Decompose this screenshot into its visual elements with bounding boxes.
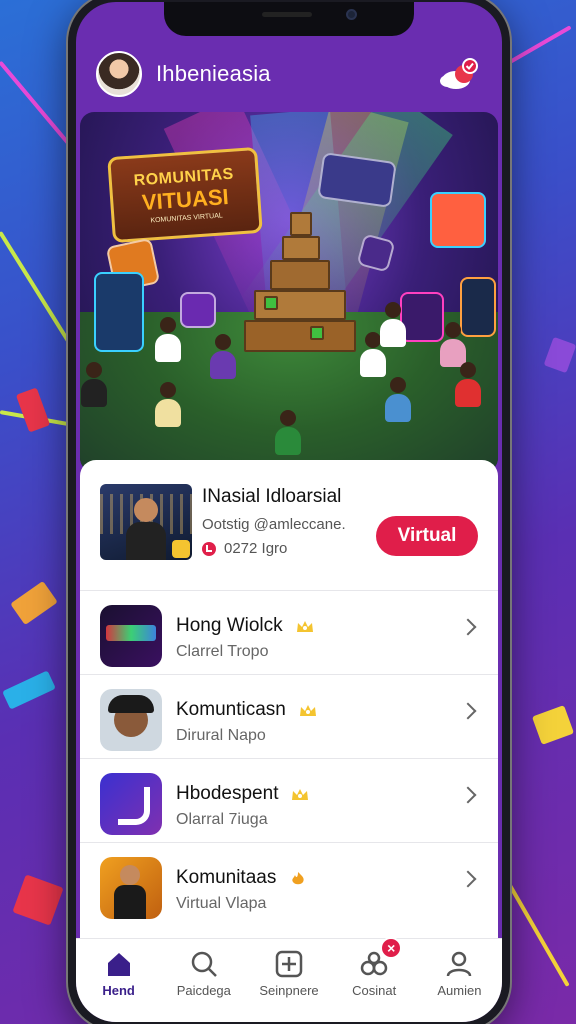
notch <box>164 2 414 36</box>
nav-label: Cosinat <box>352 983 397 998</box>
chevron-right-icon[interactable] <box>459 870 477 888</box>
avatar[interactable] <box>96 51 142 97</box>
list-item-sub: Virtual Vlapa <box>176 895 267 912</box>
featured-meta: 0272 Igro <box>202 540 287 557</box>
hero-banner[interactable]: ROMUNITAS VITUASI KOMUNITAS VIRTUAL <box>80 112 498 472</box>
hero-logo: ROMUNITAS VITUASI KOMUNITAS VIRTUAL <box>107 146 263 244</box>
featured-subtitle: Ootstig @amleccane. <box>202 516 346 533</box>
nav-label: Aumien <box>437 983 482 998</box>
app-screen: Ihbenieasia ROMUNITAS VITUASI KOMUNITAS … <box>76 2 502 1022</box>
bottom-nav: Hend Paicdega Seinpnere × Cosinat Aumien <box>76 937 502 1004</box>
list-item[interactable]: Komunitaas Virtual Vlapa <box>80 842 498 926</box>
crown-badge-icon <box>172 540 190 558</box>
floating-screen-icon <box>400 292 444 342</box>
block-tower <box>244 212 360 352</box>
chevron-right-icon[interactable] <box>459 618 477 636</box>
plus-icon <box>275 950 303 978</box>
community-thumbnail <box>100 773 162 835</box>
nav-profile[interactable]: Aumien <box>417 939 502 1004</box>
phone-frame: Ihbenieasia ROMUNITAS VITUASI KOMUNITAS … <box>68 0 510 1024</box>
flame-icon <box>292 872 304 885</box>
crown-icon <box>292 789 309 800</box>
crown-icon <box>299 705 316 716</box>
crown-icon <box>296 621 313 632</box>
nav-label: Seinpnere <box>259 983 319 998</box>
profile-icon <box>447 951 472 977</box>
list-item-sub: Dirural Napo <box>176 727 266 744</box>
community-thumbnail <box>100 605 162 667</box>
list-item-name: Komunitaas <box>176 867 308 889</box>
list-item-name-text: Komunitaas <box>176 867 277 888</box>
check-circle-icon <box>202 541 216 556</box>
content-sheet: INasial Idloarsial Ootstig @amleccane. 0… <box>80 460 498 950</box>
nav-label: Hend <box>102 983 135 998</box>
home-indicator <box>76 1004 502 1022</box>
nav-search[interactable]: Paicdega <box>161 939 246 1004</box>
featured-meta-text: 0272 Igro <box>224 540 288 557</box>
list-item-name: Hong Wiolck <box>176 615 315 637</box>
list-item[interactable]: Komunticasn Dirural Napo <box>80 674 498 758</box>
top-bar: Ihbenieasia <box>76 38 502 110</box>
list-item-sub: Olarral 7iuga <box>176 811 268 828</box>
featured-thumbnail <box>100 484 192 560</box>
chevron-right-icon[interactable] <box>459 786 477 804</box>
notification-badge: × <box>380 937 403 959</box>
list-item-name-text: Hbodespent <box>176 783 279 804</box>
list-item-name-text: Hong Wiolck <box>176 615 283 636</box>
nav-create[interactable]: Seinpnere <box>246 939 331 1004</box>
hero-logo-line2: VITUASI <box>141 183 230 215</box>
community-list: Hong Wiolck Clarrel Tropo Komunticasn Di… <box>80 590 498 926</box>
search-icon <box>191 951 217 977</box>
nav-community[interactable]: × Cosinat <box>332 937 417 1004</box>
featured-title: INasial Idloarsial <box>202 486 342 507</box>
community-thumbnail <box>100 689 162 751</box>
chevron-right-icon[interactable] <box>459 702 477 720</box>
home-icon <box>107 953 130 976</box>
floating-cube-icon <box>180 292 216 328</box>
cloud-notification-icon[interactable] <box>438 56 482 90</box>
list-item-sub: Clarrel Tropo <box>176 643 269 660</box>
list-item[interactable]: Hbodespent Olarral 7iuga <box>80 758 498 842</box>
page-title: Ihbenieasia <box>156 61 271 86</box>
list-item[interactable]: Hong Wiolck Clarrel Tropo <box>80 590 498 674</box>
list-item-name: Komunticasn <box>176 699 318 721</box>
floating-screen-icon <box>94 272 144 352</box>
list-item-name-text: Komunticasn <box>176 699 286 720</box>
community-thumbnail <box>100 857 162 919</box>
floating-app-icon <box>430 192 486 248</box>
list-item-name: Hbodespent <box>176 783 310 805</box>
nav-home[interactable]: Hend <box>76 939 161 1004</box>
virtual-button[interactable]: Virtual <box>376 516 478 556</box>
nav-label: Paicdega <box>176 983 231 998</box>
